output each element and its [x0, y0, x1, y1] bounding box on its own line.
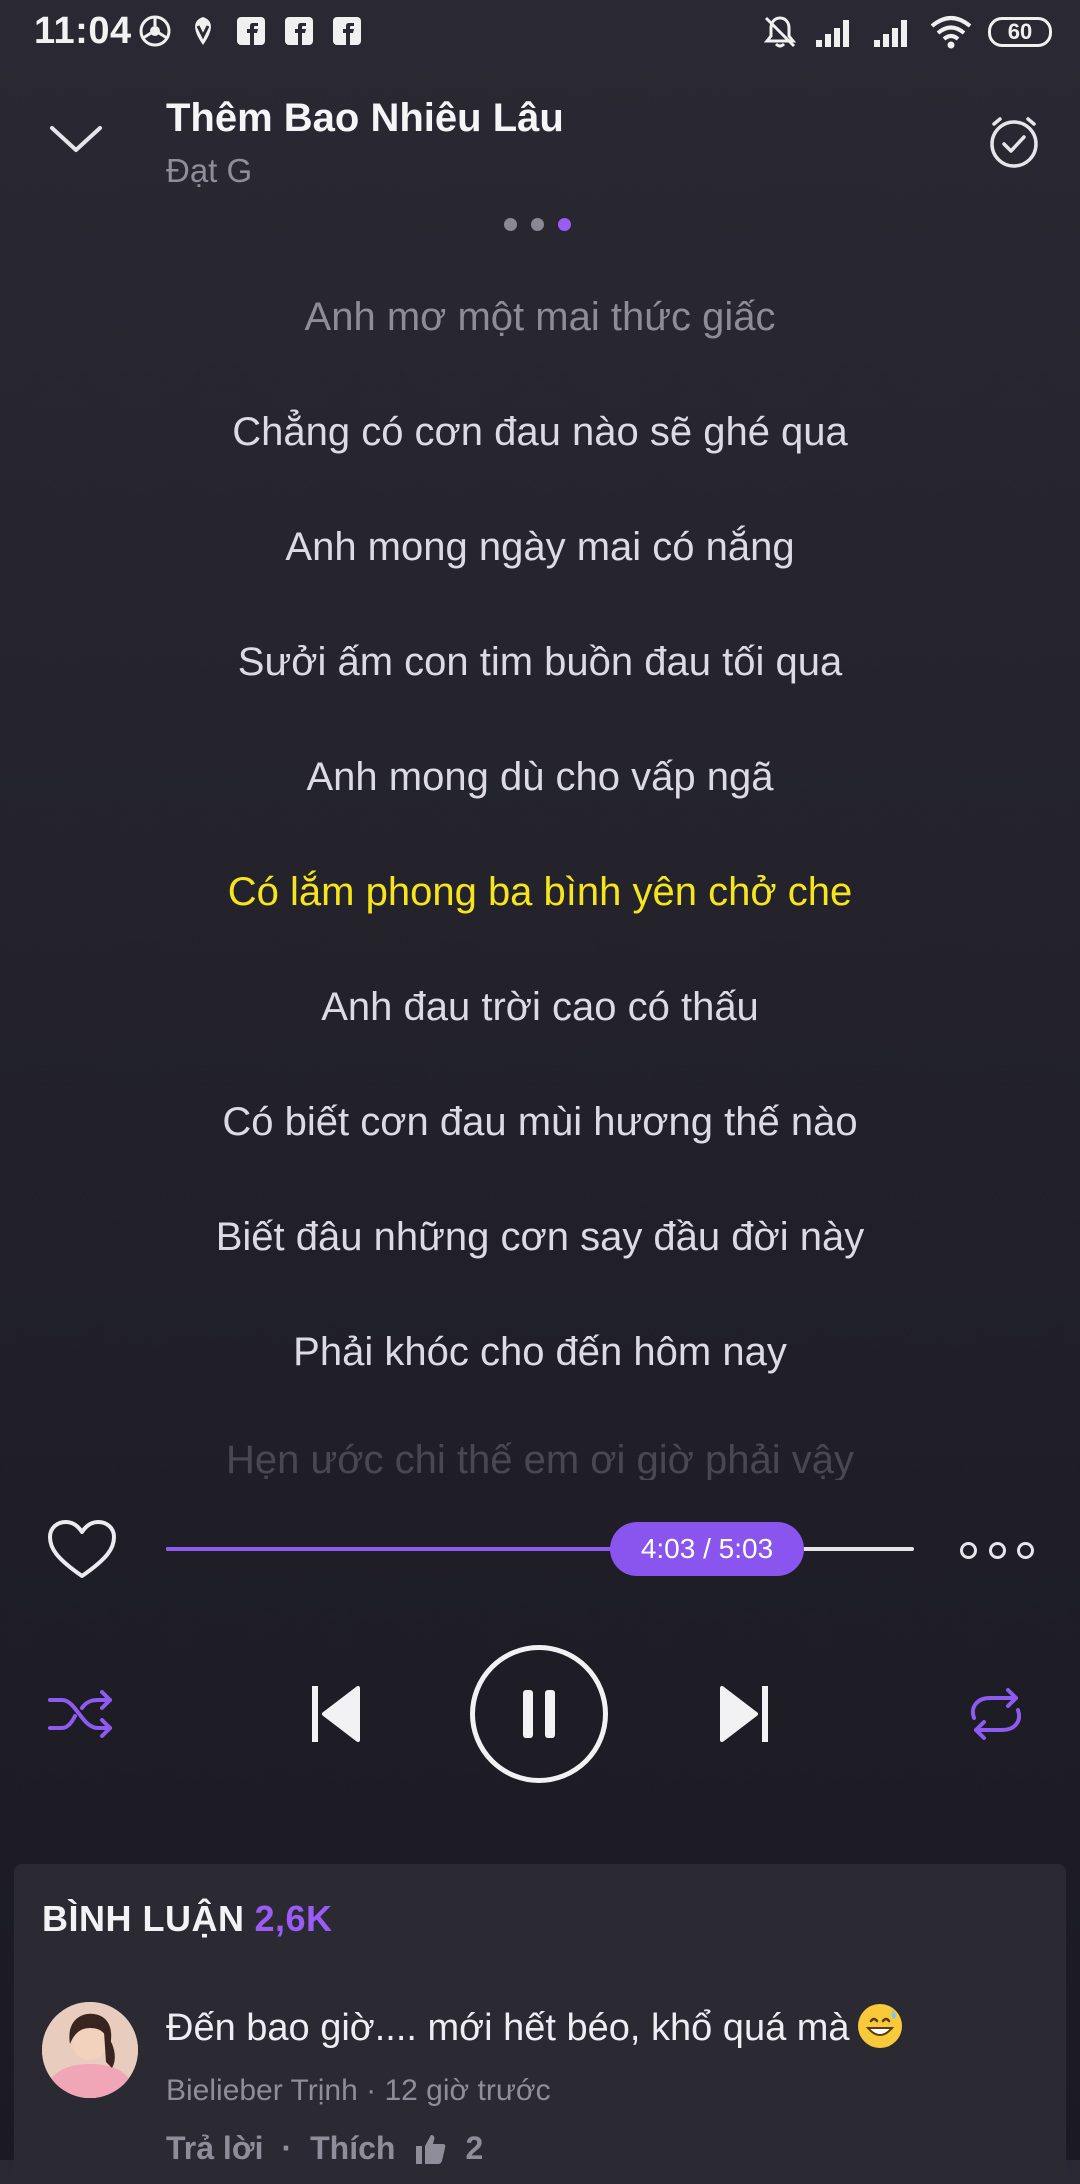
pause-button[interactable]	[470, 1645, 608, 1783]
collapse-button[interactable]	[46, 120, 106, 160]
lyric-line[interactable]: Biết đâu những cơn say đầu đời này	[0, 1215, 1080, 1260]
lyric-line[interactable]: Phải khóc cho đến hôm nay	[0, 1330, 1080, 1375]
more-options-button[interactable]	[960, 1534, 1034, 1566]
lyrics-panel[interactable]: Anh mơ một mai thức giấc Chẳng có cơn đa…	[0, 280, 1080, 1480]
pause-icon	[523, 1690, 555, 1738]
comments-section: BÌNH LUẬN 2,6K Đến bao giờ.... mới hết bé…	[14, 1864, 1066, 2184]
time-label[interactable]: 4:03 / 5:03	[610, 1522, 804, 1576]
song-artist[interactable]: Đạt G	[166, 152, 252, 190]
like-button[interactable]	[46, 1518, 118, 1582]
lyric-line[interactable]: Chẳng có cơn đau nào sẽ ghé qua	[0, 410, 1080, 455]
signal-icon	[874, 20, 907, 47]
like-count: 2	[465, 2130, 484, 2166]
comment-time: 12 giờ trước	[384, 2074, 551, 2107]
page-dot[interactable]	[531, 218, 544, 231]
page-indicator	[504, 218, 571, 231]
repeat-icon	[971, 1688, 1021, 1740]
more-dot	[960, 1541, 977, 1559]
sleep-timer-button[interactable]	[986, 114, 1042, 170]
grinning-sweat-emoji-icon	[857, 2004, 902, 2048]
battery-indicator: 60	[988, 17, 1052, 47]
repeat-button[interactable]	[960, 1684, 1032, 1744]
skip-next-icon	[720, 1686, 768, 1742]
mute-icon	[763, 16, 797, 48]
lyric-line[interactable]: Hẹn ước chi thế em ơi giờ phải vậy	[0, 1438, 1080, 1480]
comment-text: Đến bao giờ.... mới hết béo, khổ quá mà	[166, 2004, 902, 2050]
system-icons: 60	[762, 14, 1052, 50]
more-dot	[988, 1541, 1006, 1559]
lyric-line[interactable]: Anh mong ngày mai có nắng	[0, 525, 1080, 570]
chevron-down-icon	[50, 126, 102, 152]
shuffle-button[interactable]	[46, 1684, 118, 1744]
skip-previous-icon	[312, 1686, 360, 1742]
facebook-icon	[330, 14, 364, 48]
vpn-icon	[186, 14, 220, 48]
comments-count: 2,6K	[254, 1898, 333, 1939]
chrome-icon	[138, 14, 172, 48]
page-dot[interactable]	[504, 218, 517, 231]
playback-controls	[0, 1640, 1080, 1790]
status-bar: 11:04 60	[0, 0, 1080, 64]
wifi-icon	[930, 16, 972, 49]
alarm-clock-icon	[990, 117, 1038, 168]
comment-meta: Bielieber Trịnh · 12 giờ trước	[166, 2074, 551, 2108]
page-dot-active[interactable]	[558, 218, 571, 231]
lyric-line[interactable]: Có biết cơn đau mùi hương thế nào	[0, 1100, 1080, 1145]
reply-button[interactable]: Trả lời	[166, 2130, 263, 2167]
progress-row: 4:03 / 5:03	[0, 1510, 1080, 1590]
status-time: 11:04	[34, 10, 132, 52]
facebook-icon	[282, 14, 316, 48]
song-title: Thêm Bao Nhiêu Lâu	[166, 96, 564, 140]
thumbs-up-icon[interactable]	[413, 2132, 447, 2166]
next-button[interactable]	[714, 1680, 774, 1748]
previous-button[interactable]	[306, 1680, 366, 1748]
lyric-line[interactable]: Anh mong dù cho vấp ngã	[0, 755, 1080, 800]
comment-author[interactable]: Bielieber Trịnh	[166, 2074, 358, 2107]
comments-heading[interactable]: BÌNH LUẬN 2,6K	[42, 1898, 333, 1940]
lyric-line[interactable]: Anh mơ một mai thức giấc	[0, 295, 1080, 340]
action-separator: ·	[281, 2130, 293, 2166]
lyric-line[interactable]: Sưởi ấm con tim buồn đau tối qua	[0, 640, 1080, 685]
lyric-line-current[interactable]: Có lắm phong ba bình yên chở che	[0, 870, 1080, 915]
shuffle-icon	[48, 1690, 112, 1738]
lyric-line[interactable]: Anh đau trời cao có thấu	[0, 985, 1080, 1030]
comments-title: BÌNH LUẬN	[42, 1898, 245, 1939]
avatar[interactable]	[42, 2002, 138, 2098]
notification-icons	[138, 14, 364, 48]
heart-icon	[48, 1520, 116, 1578]
comment-actions: Trả lời · Thích 2	[166, 2130, 483, 2167]
more-dot	[1017, 1541, 1034, 1559]
like-comment-button[interactable]: Thích	[310, 2130, 395, 2167]
signal-icon	[816, 20, 849, 47]
player-header: Thêm Bao Nhiêu Lâu Đạt G	[0, 80, 1080, 200]
meta-separator: ·	[366, 2074, 385, 2107]
facebook-icon	[234, 14, 268, 48]
comment-body: Đến bao giờ.... mới hết béo, khổ quá mà	[166, 2007, 850, 2049]
